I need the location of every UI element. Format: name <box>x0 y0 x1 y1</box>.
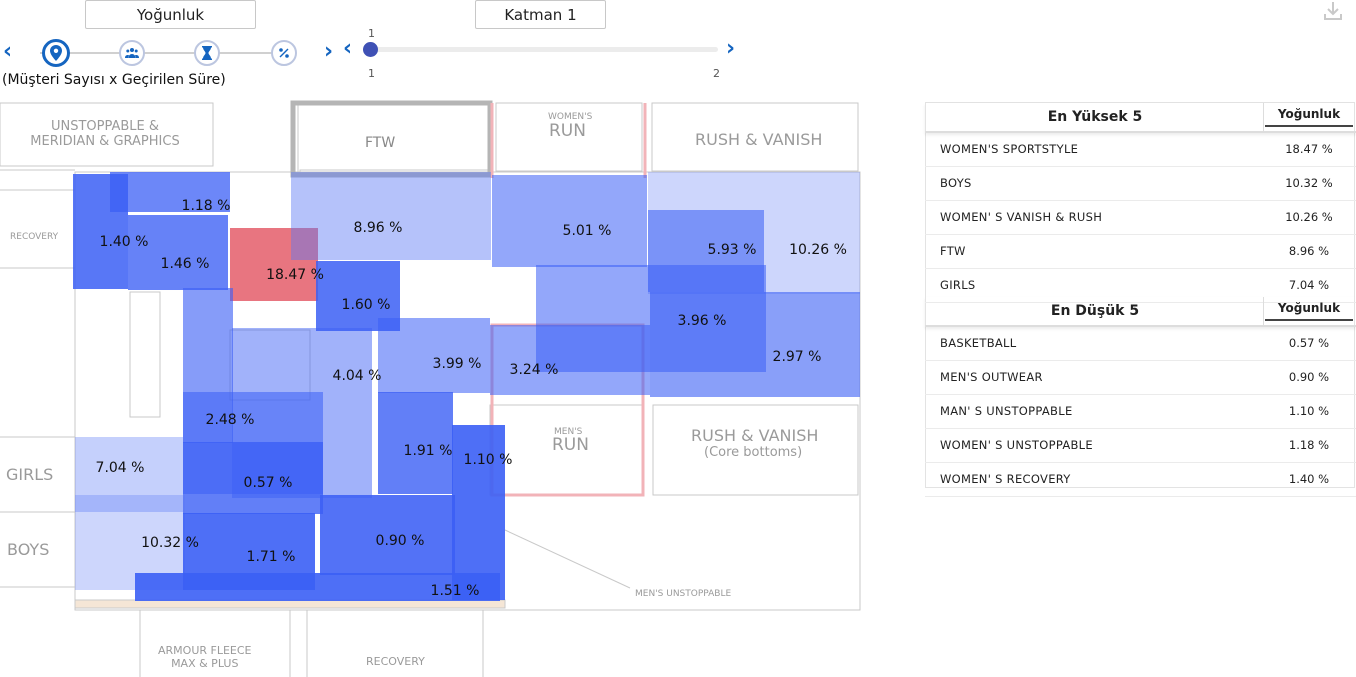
row-name: WOMEN' S VANISH & RUSH <box>940 210 1103 224</box>
label-mens-unstoppable: MEN'S UNSTOPPABLE <box>635 589 732 599</box>
zone-center-b[interactable] <box>378 318 490 393</box>
label-mens-run-big: RUN <box>552 435 589 455</box>
row-name: FTW <box>940 244 966 258</box>
zone-rival[interactable] <box>378 392 453 494</box>
row-name: MEN'S OUTWEAR <box>940 370 1043 384</box>
table-row[interactable]: BASKETBALL 0.57 % <box>925 327 1356 361</box>
table-row[interactable]: WOMEN' S RECOVERY 1.40 % <box>925 463 1356 497</box>
zone-mens-outwear[interactable] <box>320 495 455 575</box>
label-recovery-bottom: RECOVERY <box>366 655 425 668</box>
percent-icon <box>279 48 289 58</box>
row-name: BASKETBALL <box>940 336 1017 350</box>
hourglass-icon <box>202 46 212 60</box>
zone-basketball[interactable] <box>183 442 323 514</box>
row-value: 1.18 % <box>1288 438 1330 452</box>
table-row[interactable]: WOMEN' S UNSTOPPABLE 1.18 % <box>925 429 1356 463</box>
row-value: 1.40 % <box>1288 472 1330 486</box>
row-value: 7.04 % <box>1288 278 1330 292</box>
download-icon[interactable] <box>1322 0 1344 22</box>
row-name: BOYS <box>940 176 972 190</box>
row-value: 10.26 % <box>1285 210 1333 224</box>
metric-description: (Müşteri Sayısı x Geçirilen Süre) <box>2 72 226 88</box>
row-value: 8.96 % <box>1288 244 1330 258</box>
metric-button[interactable]: Yoğunluk <box>85 0 256 29</box>
label-girls: GIRLS <box>6 465 54 484</box>
slider-max-label: 2 <box>713 67 720 80</box>
row-name: GIRLS <box>940 278 976 292</box>
zone-womens-unstoppable[interactable] <box>110 172 230 212</box>
label-unstoppable-meridian: UNSTOPPABLE & MERIDIAN & GRAPHICS <box>30 119 180 149</box>
slider-top-tick: 1 <box>368 27 375 40</box>
row-value: 0.90 % <box>1288 370 1330 384</box>
zone-mens-2[interactable] <box>650 292 860 397</box>
top5-column-header[interactable]: Yoğunluk <box>1265 107 1353 127</box>
label-rush-vanish-bottom: RUSH & VANISH <box>691 426 819 445</box>
step-percent[interactable] <box>271 40 297 66</box>
row-name: WOMEN'S SPORTSTYLE <box>940 142 1079 156</box>
next-layer-chevron-icon[interactable]: › <box>726 38 735 60</box>
label-rush-vanish-top: RUSH & VANISH <box>695 130 823 149</box>
step-people[interactable] <box>119 40 145 66</box>
table-row[interactable]: WOMEN'S SPORTSTYLE 18.47 % <box>925 133 1356 167</box>
location-icon <box>50 45 62 61</box>
zone-center-c[interactable] <box>490 325 650 395</box>
row-value: 18.47 % <box>1285 142 1333 156</box>
table-row[interactable]: FTW 8.96 % <box>925 235 1356 269</box>
table-row[interactable]: BOYS 10.32 % <box>925 167 1356 201</box>
top5-title: En Yüksek 5 <box>1047 109 1143 125</box>
zone-ftw[interactable] <box>291 172 491 260</box>
bottom5-table: En Düşük 5 Yoğunluk BASKETBALL 0.57 % MEN… <box>925 297 1356 497</box>
row-value: 1.10 % <box>1288 404 1330 418</box>
label-boys: BOYS <box>7 540 50 559</box>
table-row[interactable]: MAN' S UNSTOPPABLE 1.10 % <box>925 395 1356 429</box>
zone-womens-recovery[interactable] <box>73 174 128 289</box>
row-name: WOMEN' S RECOVERY <box>940 472 1071 486</box>
table-row[interactable]: MEN'S OUTWEAR 0.90 % <box>925 361 1356 395</box>
header-divider <box>1263 297 1264 325</box>
layer-slider-track[interactable] <box>370 47 718 52</box>
row-name: MAN' S UNSTOPPABLE <box>940 404 1073 418</box>
step-location[interactable] <box>42 39 70 67</box>
zone-recovery-2[interactable] <box>128 215 228 290</box>
label-ftw: FTW <box>365 135 396 151</box>
step-hourglass[interactable] <box>194 40 220 66</box>
row-value: 10.32 % <box>1285 176 1333 190</box>
bottom5-title: En Düşük 5 <box>1050 303 1140 319</box>
header-divider <box>1263 103 1264 131</box>
prev-layer-chevron-icon[interactable]: ‹ <box>343 38 352 60</box>
top5-table: En Yüksek 5 Yoğunluk WOMEN'S SPORTSTYLE 1… <box>925 103 1356 303</box>
prev-metric-chevron-icon[interactable]: ‹ <box>3 41 12 63</box>
top5-header: En Yüksek 5 Yoğunluk <box>925 103 1356 133</box>
layer-slider-thumb[interactable] <box>363 42 378 57</box>
next-metric-chevron-icon[interactable]: › <box>324 41 333 63</box>
zone-bottom-strip[interactable] <box>135 573 500 601</box>
bottom5-header: En Düşük 5 Yoğunluk <box>925 297 1356 327</box>
step-connector <box>40 52 295 54</box>
store-heatmap: UNSTOPPABLE & MERIDIAN & GRAPHICS FTW WO… <box>0 100 870 677</box>
label-armour-fleece: ARMOUR FLEECE MAX & PLUS <box>158 644 252 670</box>
row-value: 0.57 % <box>1288 336 1330 350</box>
slider-min-label: 1 <box>368 67 375 80</box>
table-row[interactable]: WOMEN' S VANISH & RUSH 10.26 % <box>925 201 1356 235</box>
label-recovery-left: RECOVERY <box>10 232 59 242</box>
label-core-bottoms: (Core bottoms) <box>704 445 803 460</box>
label-womens-run-big: RUN <box>549 121 586 141</box>
row-name: WOMEN' S UNSTOPPABLE <box>940 438 1093 452</box>
people-icon <box>125 48 139 58</box>
bottom5-column-header[interactable]: Yoğunluk <box>1265 301 1353 321</box>
zone-womens-run[interactable] <box>492 175 647 267</box>
layer-button[interactable]: Katman 1 <box>475 0 606 29</box>
